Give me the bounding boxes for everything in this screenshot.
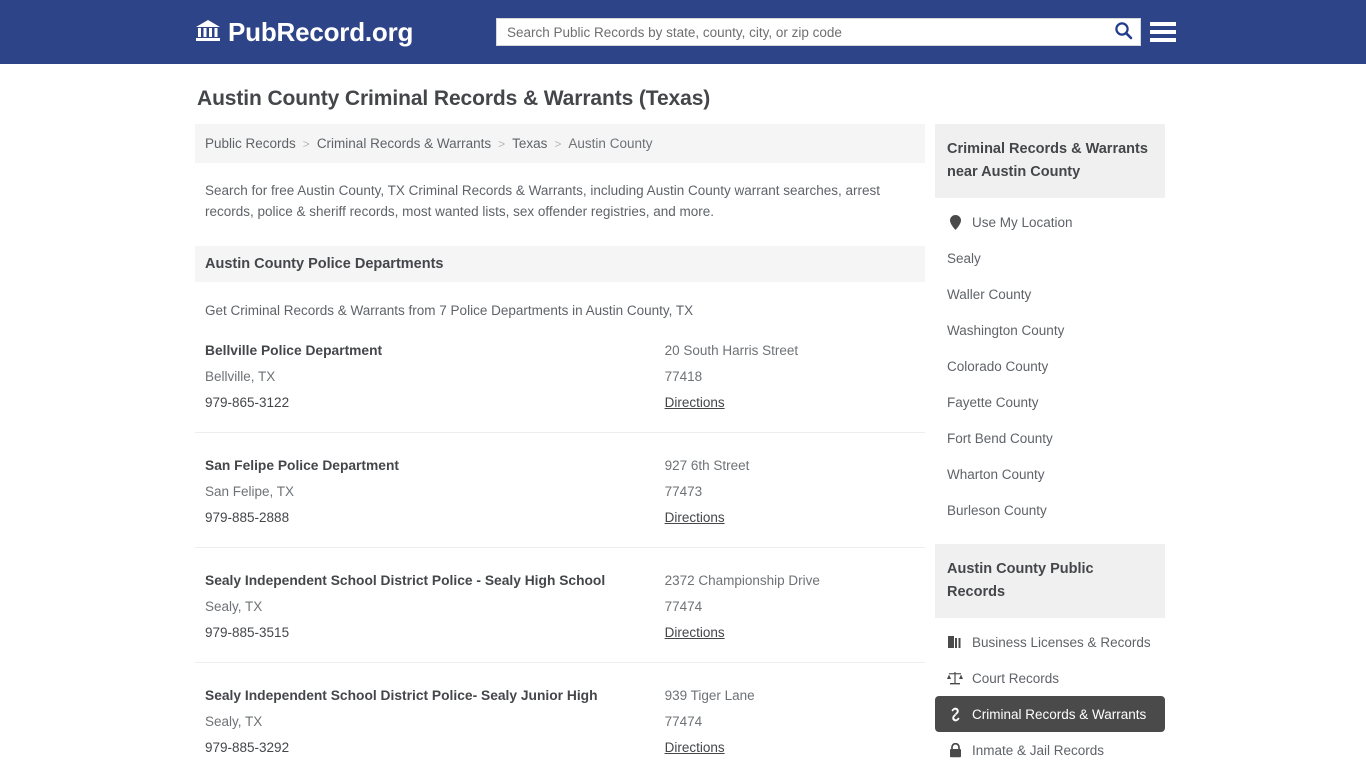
listing-zip: 77474 (664, 599, 703, 614)
sidebar-item-waller-county[interactable]: Waller County (935, 276, 1165, 312)
directions-link[interactable]: Directions (665, 505, 725, 531)
sidebar-item-label: Wharton County (947, 466, 1045, 482)
listing-street: 2372 Championship Drive (664, 573, 820, 588)
search-icon (1114, 21, 1133, 43)
hamburger-menu-icon[interactable] (1150, 20, 1176, 44)
listing-left-column: San Felipe Police Department San Felipe,… (205, 453, 665, 531)
listing-name: Sealy Independent School District Police… (205, 688, 598, 703)
listing-street: 927 6th Street (664, 458, 750, 473)
hamburger-bar (1150, 38, 1176, 42)
listing-city: San Felipe, TX (205, 484, 295, 499)
section-subheading: Get Criminal Records & Warrants from 7 P… (205, 303, 694, 318)
sidebar-item-label: Washington County (947, 322, 1065, 338)
directions-link[interactable]: Directions (665, 620, 725, 646)
listing-right-column: 20 South Harris Street 77418 Directions (665, 338, 915, 416)
sidebar-item-label: Fayette County (947, 394, 1039, 410)
table-row: San Felipe Police Department San Felipe,… (195, 433, 925, 548)
listing-zip: 77473 (664, 484, 703, 499)
site-logo[interactable]: PubRecord.org (195, 17, 413, 48)
breadcrumb-separator: > (498, 136, 506, 151)
sidebar-item-label: Sealy (947, 250, 981, 266)
listing-right-column: 927 6th Street 77473 Directions (665, 453, 915, 531)
sidebar-item-label: Use My Location (972, 214, 1073, 230)
sidebar-item-label: Burleson County (947, 502, 1047, 518)
public-records-list: Business Licenses & Records Court Record… (935, 618, 1165, 768)
listing-phone[interactable]: 979-885-2888 (205, 505, 655, 531)
sidebar-item-inmate-jail-records[interactable]: Inmate & Jail Records (935, 732, 1165, 768)
breadcrumb-separator: > (554, 136, 562, 151)
sidebar-item-criminal-records[interactable]: Criminal Records & Warrants (935, 696, 1165, 732)
breadcrumb-item-texas[interactable]: Texas (512, 136, 547, 151)
search-button[interactable] (1106, 19, 1140, 45)
listing-zip: 77418 (664, 369, 703, 384)
listing-city: Bellville, TX (205, 369, 276, 384)
listing-name: Sealy Independent School District Police… (205, 573, 606, 588)
sidebar-item-label: Inmate & Jail Records (972, 742, 1105, 758)
table-row: Bellville Police Department Bellville, T… (195, 318, 925, 433)
search-bar[interactable] (496, 18, 1141, 46)
listing-name: Bellville Police Department (205, 343, 383, 358)
directions-link[interactable]: Directions (665, 390, 725, 416)
site-logo-text: PubRecord.org (228, 16, 414, 47)
listing-left-column: Sealy Independent School District Police… (205, 568, 665, 646)
breadcrumb: Public Records > Criminal Records & Warr… (195, 124, 925, 163)
sidebar-item-fort-bend-county[interactable]: Fort Bend County (935, 420, 1165, 456)
hamburger-bar (1150, 22, 1176, 26)
breadcrumb-item-austin-county[interactable]: Austin County (568, 136, 652, 151)
table-row: Sealy Independent School District Police… (195, 663, 925, 768)
directions-link[interactable]: Directions (665, 735, 725, 761)
listing-phone[interactable]: 979-865-3122 (205, 390, 655, 416)
sidebar-item-business-licenses[interactable]: Business Licenses & Records (935, 624, 1165, 660)
site-header: PubRecord.org (0, 0, 1366, 64)
fingerprint-icon (947, 707, 963, 722)
sidebar-item-label: Fort Bend County (947, 430, 1053, 446)
scales-icon (947, 671, 963, 685)
sidebar-item-court-records[interactable]: Court Records (935, 660, 1165, 696)
sidebar-item-label: Business Licenses & Records (972, 634, 1151, 650)
sidebar-item-label: Waller County (947, 286, 1032, 302)
listing-left-column: Bellville Police Department Bellville, T… (205, 338, 665, 416)
breadcrumb-item-criminal-records[interactable]: Criminal Records & Warrants (317, 136, 491, 151)
sidebar-item-label: Colorado County (947, 358, 1049, 374)
lock-icon (947, 742, 963, 758)
sidebar-item-fayette-county[interactable]: Fayette County (935, 384, 1165, 420)
listing-street: 939 Tiger Lane (664, 688, 755, 703)
breadcrumb-item-public-records[interactable]: Public Records (205, 136, 296, 151)
building-icon (947, 635, 963, 649)
sidebar-item-use-my-location[interactable]: Use My Location (935, 204, 1165, 240)
bank-icon (195, 18, 221, 47)
listing-list: Bellville Police Department Bellville, T… (195, 318, 925, 768)
sidebar-item-label: Court Records (972, 670, 1060, 686)
right-sidebar: Criminal Records & Warrants near Austin … (935, 124, 1165, 768)
listing-left-column: Sealy Independent School District Police… (205, 683, 665, 761)
listing-city: Sealy, TX (205, 599, 263, 614)
search-input[interactable] (497, 19, 1106, 45)
sidebar-item-colorado-county[interactable]: Colorado County (935, 348, 1165, 384)
page-title: Austin County Criminal Records & Warrant… (197, 87, 711, 110)
listing-name: San Felipe Police Department (205, 458, 399, 473)
breadcrumb-separator: > (302, 136, 310, 151)
page-intro-text: Search for free Austin County, TX Crimin… (205, 183, 881, 219)
location-pin-icon (947, 214, 963, 230)
listing-street: 20 South Harris Street (664, 343, 799, 358)
main-content: Public Records > Criminal Records & Warr… (195, 124, 925, 768)
table-row: Sealy Independent School District Police… (195, 548, 925, 663)
public-records-heading: Austin County Public Records (935, 544, 1165, 618)
sidebar-item-label: Criminal Records & Warrants (972, 706, 1147, 722)
listing-right-column: 939 Tiger Lane 77474 Directions (665, 683, 915, 761)
listing-phone[interactable]: 979-885-3515 (205, 620, 655, 646)
sidebar-item-burleson-county[interactable]: Burleson County (935, 492, 1165, 528)
nearby-heading: Criminal Records & Warrants near Austin … (935, 124, 1165, 198)
listing-city: Sealy, TX (205, 714, 263, 729)
listing-zip: 77474 (664, 714, 703, 729)
section-heading: Austin County Police Departments (195, 246, 925, 282)
hamburger-bar (1150, 30, 1176, 34)
sidebar-item-washington-county[interactable]: Washington County (935, 312, 1165, 348)
listing-phone[interactable]: 979-885-3292 (205, 735, 655, 761)
sidebar-item-sealy[interactable]: Sealy (935, 240, 1165, 276)
listing-right-column: 2372 Championship Drive 77474 Directions (665, 568, 915, 646)
sidebar-item-wharton-county[interactable]: Wharton County (935, 456, 1165, 492)
nearby-list: Use My Location Sealy Waller County Wash… (935, 198, 1165, 528)
